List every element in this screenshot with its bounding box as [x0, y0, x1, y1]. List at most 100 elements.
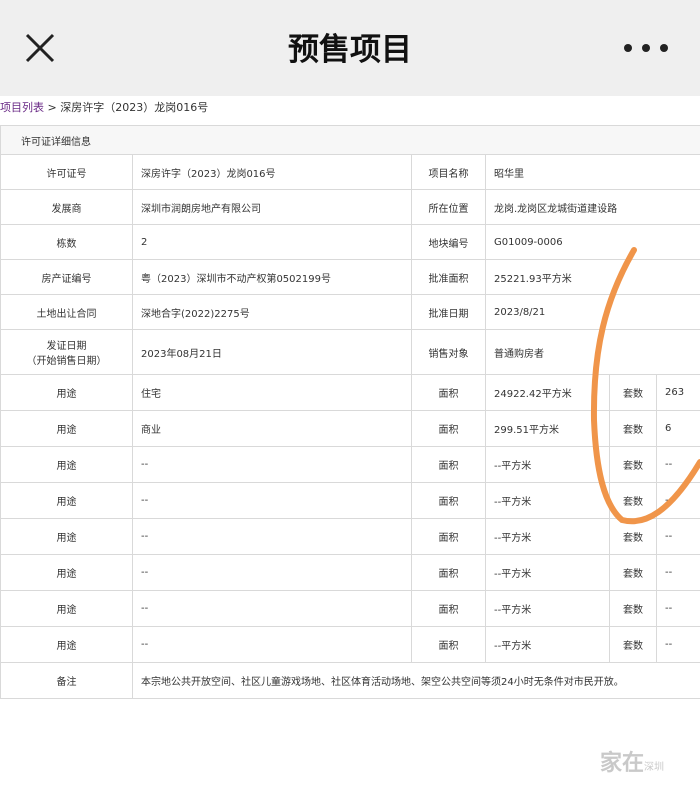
- field-value: 昭华里: [484, 154, 700, 190]
- watermark-main: 家在: [600, 751, 645, 776]
- units-value: --: [655, 482, 700, 519]
- units-value: --: [655, 518, 700, 555]
- usage-row: 用途 -- 面积 --平方米 套数 --: [0, 482, 700, 519]
- usage-label: 用途: [0, 374, 133, 411]
- field-label: 批准日期: [411, 294, 486, 330]
- field-value: 2023年08月21日: [132, 329, 412, 375]
- units-value: 6: [655, 410, 700, 447]
- permit-detail-table-wrap: 许可证详细信息 许可证号 深房许字（2023）龙岗016号 项目名称 昭华里 发展商 深圳…: [0, 125, 700, 699]
- field-value: 深房许字（2023）龙岗016号: [132, 154, 412, 190]
- units-label: 套数: [609, 590, 657, 627]
- field-label: 所在位置: [411, 189, 486, 225]
- usage-label: 用途: [0, 482, 133, 519]
- area-label: 面积: [411, 590, 486, 627]
- watermark: 家在深圳: [600, 745, 664, 777]
- usage-value: 商业: [132, 410, 412, 447]
- field-value: 粤（2023）深圳市不动产权第0502199号: [132, 259, 412, 295]
- units-value: --: [655, 554, 700, 591]
- field-label: 地块编号: [411, 224, 486, 260]
- watermark-sub: 深圳: [644, 762, 665, 773]
- info-row: 土地出让合同 深地合字(2022)2275号 批准日期 2023/8/21: [0, 294, 700, 330]
- usage-value: --: [132, 482, 412, 519]
- section-header-row: 许可证详细信息: [0, 125, 700, 155]
- area-value: --平方米: [485, 446, 610, 483]
- usage-row: 用途 -- 面积 --平方米 套数 --: [0, 446, 700, 483]
- units-value: --: [655, 590, 700, 627]
- units-label: 套数: [609, 410, 657, 447]
- area-label: 面积: [411, 554, 486, 591]
- field-label: 栋数: [0, 224, 133, 260]
- units-label: 套数: [609, 626, 657, 663]
- usage-row: 用途 -- 面积 --平方米 套数 --: [0, 590, 700, 627]
- remark-text: 本宗地公共开放空间、社区儿童游戏场地、社区体育活动场地、架空公共空间等须24小时…: [131, 662, 700, 699]
- sales-start-label: （开始销售日期）: [26, 356, 107, 367]
- field-label: 发证日期 （开始销售日期）: [0, 329, 133, 375]
- field-value: 25221.93平方米: [484, 259, 700, 295]
- breadcrumb-current: 深房许字（2023）龙岗016号: [60, 101, 209, 114]
- units-label: 套数: [609, 446, 657, 483]
- usage-value: --: [132, 554, 412, 591]
- usage-row: 用途 -- 面积 --平方米 套数 --: [0, 518, 700, 555]
- units-label: 套数: [609, 374, 657, 411]
- info-row: 发展商 深圳市润朗房地产有限公司 所在位置 龙岗.龙岗区龙城街道建设路: [0, 189, 700, 225]
- units-value: 263: [655, 374, 700, 411]
- usage-label: 用途: [0, 554, 133, 591]
- usage-label: 用途: [0, 446, 133, 483]
- remark-label: 备注: [0, 662, 133, 699]
- usage-row: 用途 商业 面积 299.51平方米 套数 6: [0, 410, 700, 447]
- breadcrumb-separator: >: [47, 101, 57, 114]
- field-label: 房产证编号: [0, 259, 133, 295]
- units-value: --: [655, 626, 700, 663]
- info-row: 许可证号 深房许字（2023）龙岗016号 项目名称 昭华里: [0, 154, 700, 190]
- field-value: 普通购房者: [484, 329, 700, 375]
- field-value: 深圳市润朗房地产有限公司: [132, 189, 412, 225]
- breadcrumb: 项目列表 > 深房许字（2023）龙岗016号: [0, 100, 208, 116]
- more-icon[interactable]: [624, 40, 668, 56]
- area-label: 面积: [411, 374, 486, 411]
- usage-row: 用途 住宅 面积 24922.42平方米 套数 263: [0, 374, 700, 411]
- page-title: 预售项目: [288, 32, 412, 68]
- info-row: 栋数 2 地块编号 G01009-0006: [0, 224, 700, 260]
- usage-row: 用途 -- 面积 --平方米 套数 --: [0, 626, 700, 663]
- usage-value: --: [132, 446, 412, 483]
- usage-value: --: [132, 626, 412, 663]
- area-label: 面积: [411, 518, 486, 555]
- usage-row: 用途 -- 面积 --平方米 套数 --: [0, 554, 700, 591]
- area-label: 面积: [411, 446, 486, 483]
- units-label: 套数: [609, 554, 657, 591]
- section-title: 许可证详细信息: [0, 125, 700, 155]
- area-value: --平方米: [485, 554, 610, 591]
- area-value: --平方米: [485, 482, 610, 519]
- area-label: 面积: [411, 626, 486, 663]
- field-label: 发展商: [0, 189, 133, 225]
- permit-detail-table: 许可证详细信息 许可证号 深房许字（2023）龙岗016号 项目名称 昭华里 发展商 深圳…: [0, 125, 700, 699]
- field-value: 深地合字(2022)2275号: [132, 294, 412, 330]
- field-label: 项目名称: [411, 154, 486, 190]
- usage-label: 用途: [0, 626, 133, 663]
- area-value: --平方米: [485, 590, 610, 627]
- field-label: 销售对象: [411, 329, 486, 375]
- field-value: 龙岗.龙岗区龙城街道建设路: [484, 189, 700, 225]
- area-value: 299.51平方米: [485, 410, 610, 447]
- area-label: 面积: [411, 482, 486, 519]
- usage-label: 用途: [0, 518, 133, 555]
- area-value: --平方米: [485, 518, 610, 555]
- usage-value: --: [132, 518, 412, 555]
- breadcrumb-project-list-link[interactable]: 项目列表: [0, 101, 44, 114]
- field-value: 2: [132, 224, 412, 260]
- issue-date-row: 发证日期 （开始销售日期） 2023年08月21日 销售对象 普通购房者: [0, 329, 700, 375]
- usage-label: 用途: [0, 410, 133, 447]
- usage-value: 住宅: [132, 374, 412, 411]
- usage-value: --: [132, 590, 412, 627]
- issue-date-label: 发证日期: [46, 341, 87, 352]
- area-value: 24922.42平方米: [485, 374, 610, 411]
- units-label: 套数: [609, 482, 657, 519]
- units-label: 套数: [609, 518, 657, 555]
- area-value: --平方米: [485, 626, 610, 663]
- field-label: 许可证号: [0, 154, 133, 190]
- field-label: 土地出让合同: [0, 294, 133, 330]
- field-value: 2023/8/21: [484, 294, 700, 330]
- top-navigation-bar: 预售项目: [0, 0, 700, 96]
- area-label: 面积: [411, 410, 486, 447]
- units-value: --: [655, 446, 700, 483]
